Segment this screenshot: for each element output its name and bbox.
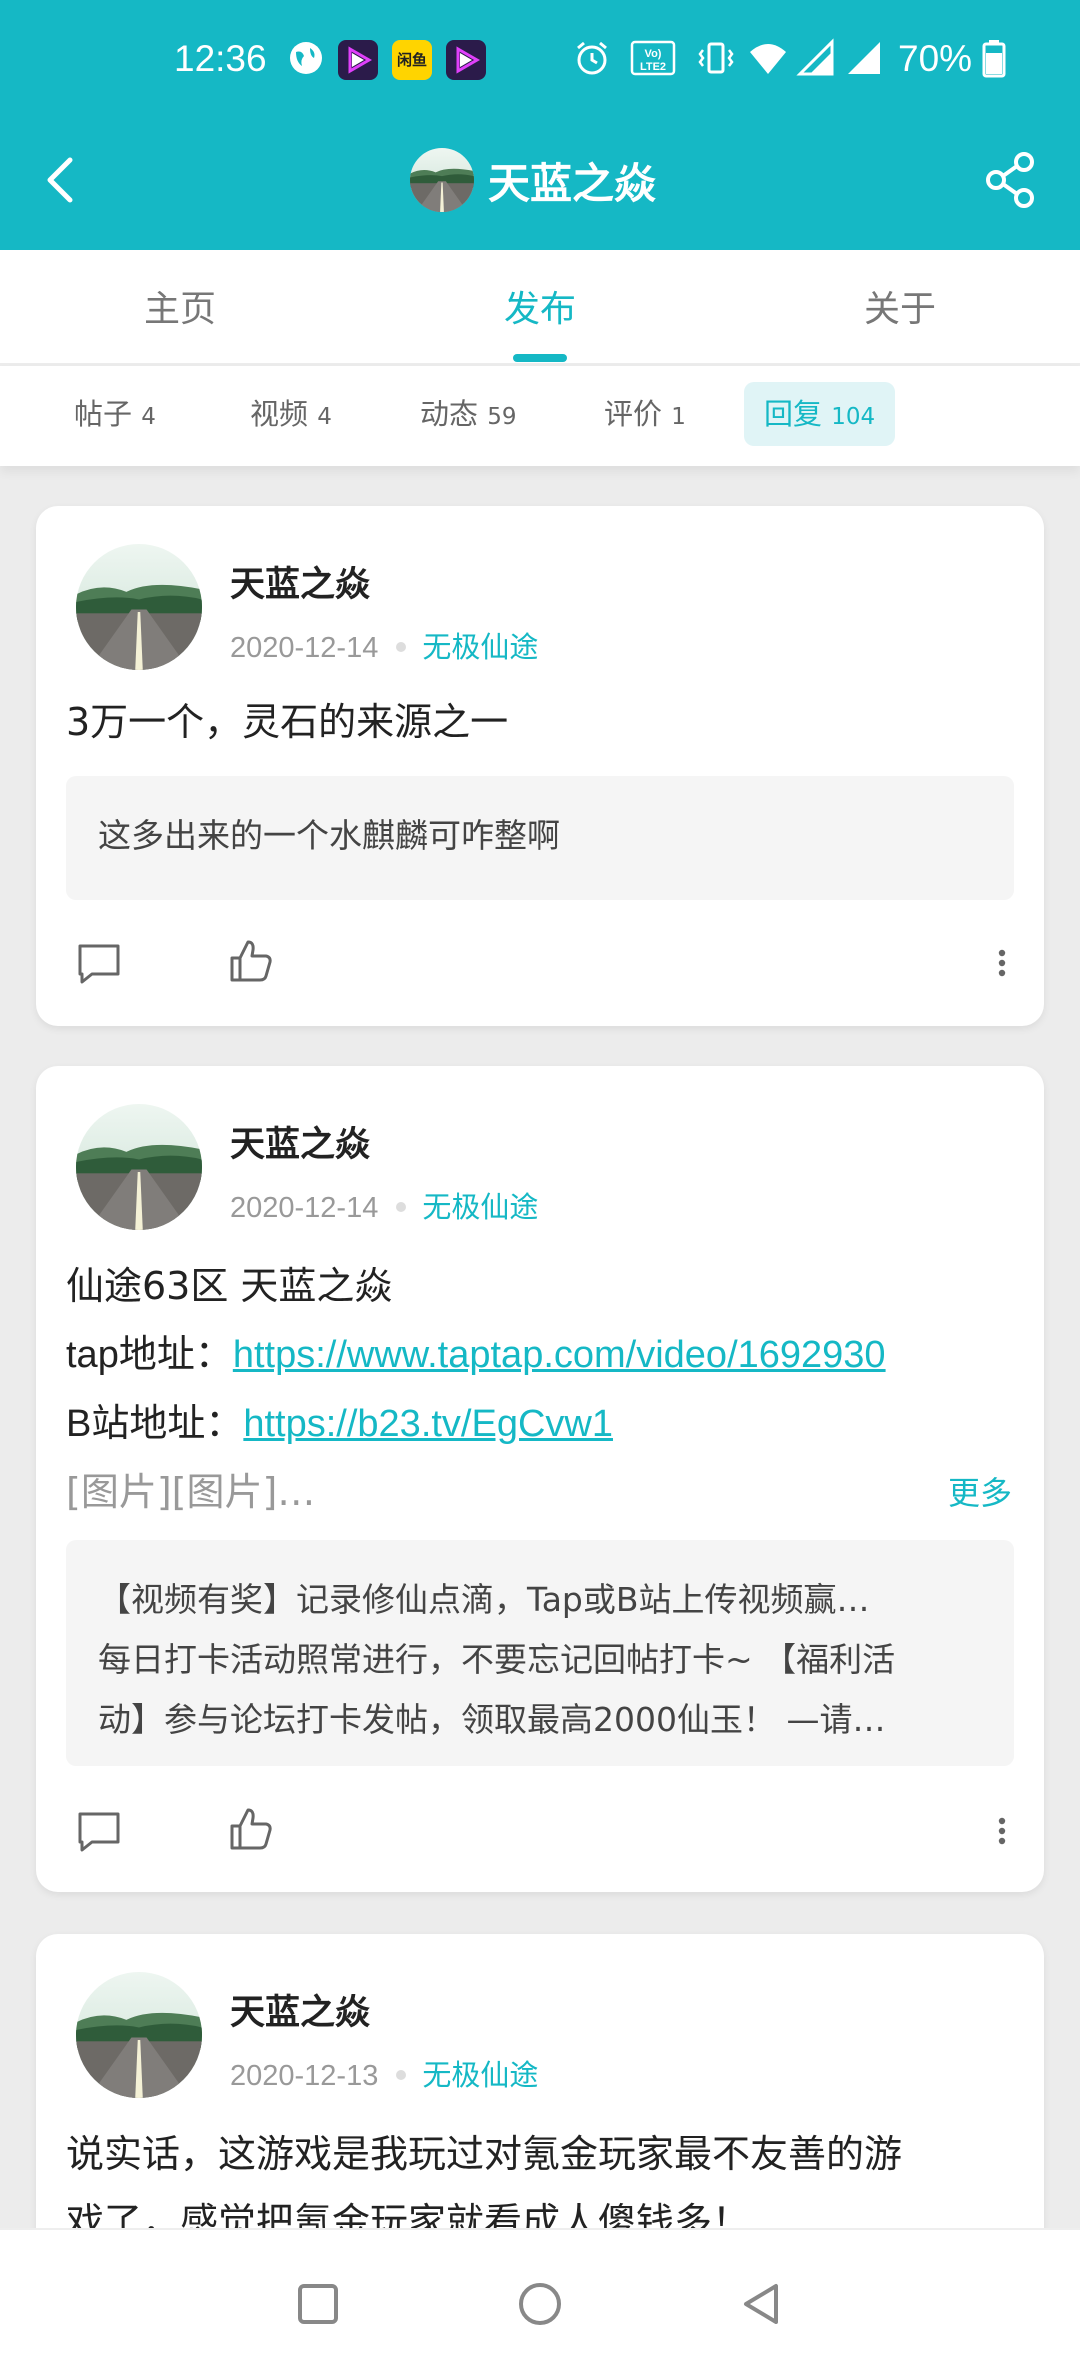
xianyu-app-icon: 闲鱼 <box>392 40 432 80</box>
subtab-count: 4 <box>141 404 156 430</box>
avatar <box>410 148 474 212</box>
reply-text: 3万一个，灵石的来源之一 <box>66 700 509 744</box>
post-card[interactable]: 天蓝之焱 2020-12-14 无极仙途 仙途63区 天蓝之焱 tap地址：htt… <box>36 1066 1044 1892</box>
home-icon[interactable] <box>510 2274 570 2334</box>
game-link[interactable]: 无极仙途 <box>422 1190 538 1224</box>
subtab-label: 动态 <box>420 397 479 431</box>
tap-link[interactable]: https://www.taptap.com/video/1692930 <box>233 1334 886 1376</box>
subtab-count: 104 <box>831 404 876 430</box>
system-nav-bar <box>0 2228 1080 2376</box>
comment-icon[interactable] <box>74 938 124 988</box>
subtab-threads[interactable]: 帖子 4 <box>54 382 176 446</box>
quote-line: 【视频有奖】记录修仙点滴，Tap或B站上传视频赢… <box>98 1580 870 1619</box>
tab-indicator <box>513 354 567 362</box>
reply-line: 说实话，这游戏是我玩过对氪金玩家最不友善的游 <box>66 2132 903 2176</box>
subtab-count: 4 <box>317 404 332 430</box>
alarm-icon <box>577 41 607 75</box>
video-app-icon <box>338 40 378 80</box>
app-header: 12:36 闲鱼 Vo) LTE2 70% 天蓝之焱 <box>0 0 1080 250</box>
signal-icon <box>796 38 834 76</box>
reply-line: tap地址：https://www.taptap.com/video/16929… <box>66 1320 1026 1389</box>
post-card[interactable]: 天蓝之焱 2020-12-14 无极仙途 3万一个，灵石的来源之一 这多出来的一个… <box>36 506 1044 1026</box>
quote-line: 动】参与论坛打卡发帖，领取最高2000仙玉！ —请… <box>98 1700 886 1739</box>
back-icon[interactable] <box>732 2274 792 2334</box>
subtab-moments[interactable]: 动态 59 <box>400 382 537 446</box>
tab-posts[interactable]: 发布 <box>504 280 576 332</box>
subtab-label: 帖子 <box>74 397 133 431</box>
quoted-post[interactable]: 【视频有奖】记录修仙点滴，Tap或B站上传视频赢… 每日打卡活动照常进行，不要忘… <box>66 1540 1014 1766</box>
main-tabs: 主页 发布 关于 <box>0 250 1080 365</box>
like-icon[interactable] <box>226 936 276 986</box>
status-bar: 12:36 闲鱼 Vo) LTE2 70% <box>0 0 1080 120</box>
page-title: 天蓝之焱 <box>488 158 657 208</box>
subtab-count: 59 <box>487 404 517 430</box>
post-date: 2020-12-13 <box>230 2060 379 2092</box>
subtab-label: 评价 <box>604 397 663 431</box>
post-meta: 2020-12-14 无极仙途 <box>230 624 538 666</box>
recent-apps-icon[interactable] <box>288 2274 348 2334</box>
svg-text:LTE2: LTE2 <box>640 61 666 73</box>
quote-line: 每日打卡活动照常进行，不要忘记回帖打卡~ 【福利活 <box>98 1640 896 1679</box>
avatar[interactable] <box>76 544 202 670</box>
reply-line: B站地址：https://b23.tv/EgCvw1 <box>66 1389 1026 1458</box>
author-name[interactable]: 天蓝之焱 <box>230 1116 370 1167</box>
more-options-icon[interactable] <box>992 1806 1012 1856</box>
more-options-icon[interactable] <box>992 938 1012 988</box>
wifi-icon <box>750 44 786 74</box>
battery-percent: 70% <box>898 38 973 79</box>
avatar[interactable] <box>76 1104 202 1230</box>
comment-icon[interactable] <box>74 1806 124 1856</box>
game-link[interactable]: 无极仙途 <box>422 630 538 664</box>
battery-icon <box>982 40 1006 78</box>
sub-tabs: 帖子 4 视频 4 动态 59 评价 1 回复 104 <box>0 366 1080 466</box>
avatar[interactable] <box>76 1972 202 2098</box>
reply-line: 仙途63区 天蓝之焱 <box>66 1264 393 1308</box>
post-meta: 2020-12-13 无极仙途 <box>230 2052 538 2094</box>
subtab-videos[interactable]: 视频 4 <box>230 382 352 446</box>
post-meta: 2020-12-14 无极仙途 <box>230 1184 538 1226</box>
volte-icon: Vo) LTE2 <box>630 40 676 76</box>
status-time: 12:36 <box>174 38 267 79</box>
subtab-label: 视频 <box>250 397 309 431</box>
subtab-count: 1 <box>671 404 686 430</box>
expand-more-link[interactable]: 更多 <box>948 1468 1012 1514</box>
image-placeholders: [图片][图片]… <box>66 1470 316 1514</box>
tap-label: tap地址： <box>66 1334 233 1376</box>
header-user[interactable]: 天蓝之焱 <box>410 145 656 215</box>
vibrate-icon <box>698 42 734 74</box>
subtab-replies[interactable]: 回复 104 <box>744 382 896 446</box>
video-app-icon-2 <box>446 40 486 80</box>
bilibili-label: B站地址： <box>66 1403 244 1445</box>
title-bar: 天蓝之焱 <box>0 130 1080 230</box>
tab-home[interactable]: 主页 <box>144 280 216 332</box>
game-link[interactable]: 无极仙途 <box>422 2058 538 2092</box>
like-icon[interactable] <box>226 1804 276 1854</box>
post-date: 2020-12-14 <box>230 632 379 664</box>
subtab-reviews[interactable]: 评价 1 <box>584 382 706 446</box>
author-name[interactable]: 天蓝之焱 <box>230 1984 370 2035</box>
signal-icon-2 <box>848 42 880 74</box>
tab-about[interactable]: 关于 <box>864 280 936 332</box>
post-date: 2020-12-14 <box>230 1192 379 1224</box>
quoted-post[interactable]: 这多出来的一个水麒麟可咋整啊 <box>66 776 1014 900</box>
subtab-label: 回复 <box>764 397 823 431</box>
svg-text:Vo): Vo) <box>645 48 662 60</box>
reply-text: 仙途63区 天蓝之焱 tap地址：https://www.taptap.com/… <box>66 1252 1026 1526</box>
back-arrow-icon[interactable] <box>30 148 94 212</box>
globe-icon <box>290 42 322 74</box>
bilibili-link[interactable]: https://b23.tv/EgCvw1 <box>243 1403 613 1445</box>
share-icon[interactable] <box>978 148 1042 212</box>
author-name[interactable]: 天蓝之焱 <box>230 556 370 607</box>
